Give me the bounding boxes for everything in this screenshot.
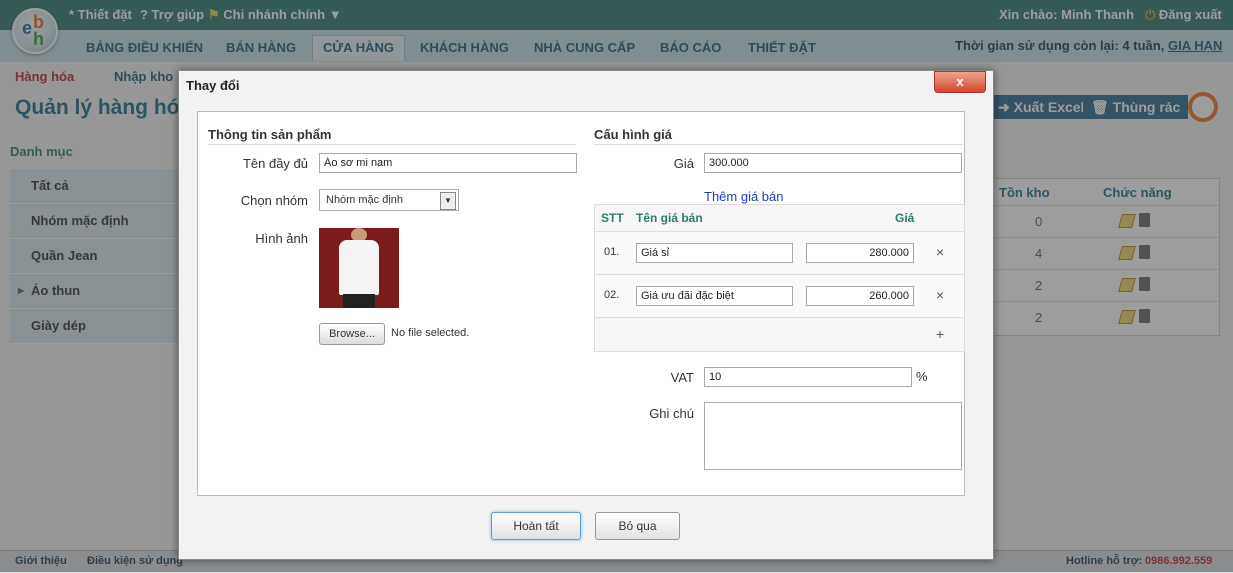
edit-product-dialog: Thay đổi x Thông tin sản phẩm Tên đầy đủ… [178,70,994,560]
product-image [319,228,399,308]
dialog-body: Thông tin sản phẩm Tên đầy đủ Chọn nhóm … [197,111,965,496]
note-textarea[interactable] [704,402,962,470]
product-photo-shirt [339,240,379,295]
done-button[interactable]: Hoàn tất [491,512,581,540]
group-select-value: Nhóm mặc định [326,194,404,206]
browse-button[interactable]: Browse... [319,323,385,345]
price-input[interactable] [704,153,962,173]
price-config-heading: Cấu hình giá [594,127,672,142]
remove-icon[interactable]: × [936,244,944,260]
close-button[interactable]: x [934,71,986,93]
chevron-down-icon: ▼ [440,192,456,210]
table-row: 01. × [595,231,964,274]
cancel-button[interactable]: Bỏ qua [595,512,680,540]
divider [594,144,963,145]
price-name-input[interactable] [636,286,793,306]
group-label: Chọn nhóm [240,193,308,208]
price-value-input[interactable] [806,243,914,263]
add-price-link[interactable]: Thêm giá bán [704,189,784,204]
row-number: 02. [604,289,620,301]
col-stt-header: STT [601,211,624,225]
vat-unit: % [916,369,928,384]
table-row: 02. × [595,274,964,317]
fullname-label: Tên đầy đủ [242,156,308,171]
divider [208,144,576,145]
group-select[interactable]: Nhóm mặc định ▼ [319,189,459,211]
remove-icon[interactable]: × [936,287,944,303]
col-price-name-header: Tên giá bán [636,211,703,225]
dialog-title: Thay đổi [186,78,240,93]
product-photo-pants [343,294,375,308]
price-name-input[interactable] [636,243,793,263]
image-label: Hình ảnh [255,231,308,246]
vat-label: VAT [670,370,694,385]
table-footer-row: + [595,317,964,360]
vat-input[interactable] [704,367,912,387]
close-icon: x [956,74,964,89]
product-info-heading: Thông tin sản phẩm [208,127,332,142]
add-row-icon[interactable]: + [936,326,944,342]
no-file-text: No file selected. [391,327,470,339]
price-value-input[interactable] [806,286,914,306]
note-label: Ghi chú [649,406,694,421]
price-label: Giá [673,156,694,171]
fullname-input[interactable] [319,153,577,173]
col-price-header: Giá [895,211,915,225]
row-number: 01. [604,246,620,258]
price-table: STT Tên giá bán Giá 01. × 02. × + [594,204,965,352]
